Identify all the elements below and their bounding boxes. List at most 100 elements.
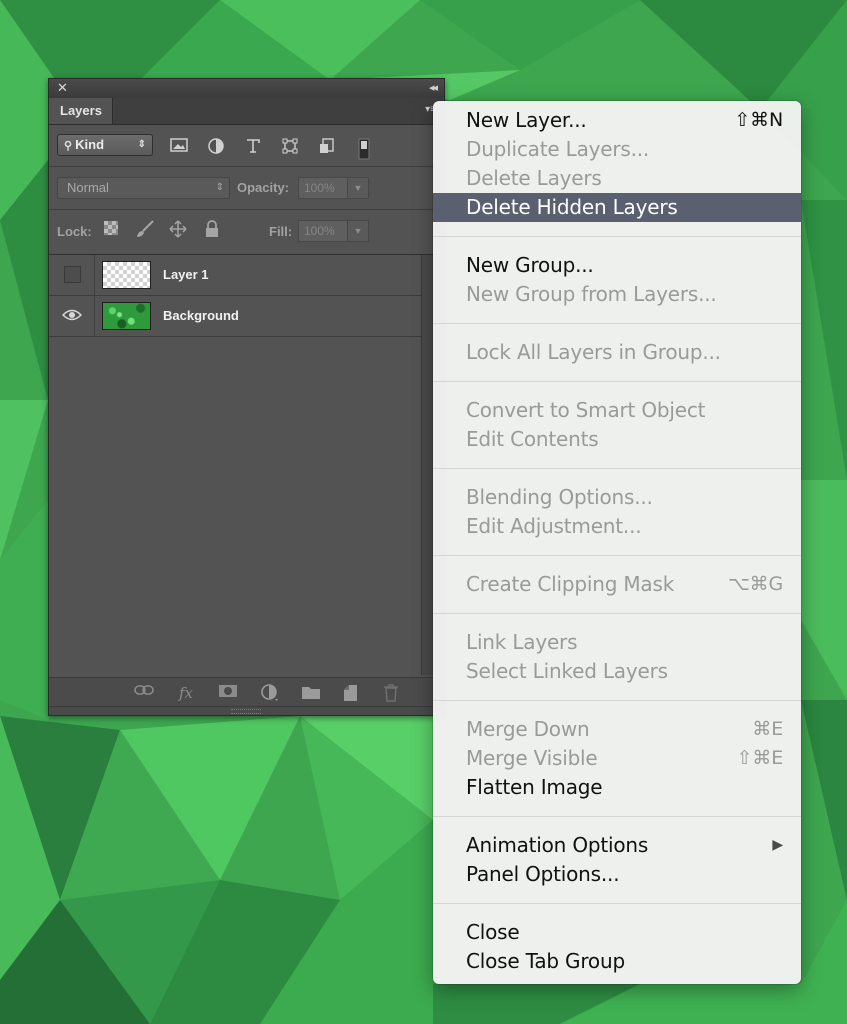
new-adjustment-layer-icon[interactable] [259, 683, 281, 703]
filter-toggle-icon[interactable] [354, 136, 374, 160]
menu-item-label: Edit Contents [466, 427, 599, 451]
menu-item-panel-options[interactable]: Panel Options... [433, 860, 801, 889]
menu-item-label: Close Tab Group [466, 949, 625, 973]
menu-item-label: Panel Options... [466, 862, 620, 886]
filter-kind-select[interactable]: ⚲ Kind ⇕ [57, 134, 153, 156]
layers-panel: ✕ ◂◂ Layers ▾≡ ⚲ Kind ⇕ Normal ⇕ Opacity… [48, 78, 446, 716]
menu-item-link-layers: Link Layers [433, 628, 801, 657]
link-layers-icon[interactable] [133, 683, 155, 703]
menu-item-close-tab-group[interactable]: Close Tab Group [433, 947, 801, 976]
menu-item-duplicate-layers: Duplicate Layers... [433, 135, 801, 164]
menu-item-merge-down: Merge Down ⌘E [433, 715, 801, 744]
menu-item-label: New Group from Layers... [466, 282, 717, 306]
updown-icon: ⇕ [215, 182, 224, 193]
layer-row[interactable]: Background [49, 296, 421, 337]
new-layer-icon[interactable] [339, 683, 361, 703]
resize-grip [231, 709, 261, 714]
panel-footer: fx [49, 677, 444, 708]
menu-separator [433, 613, 801, 614]
menu-item-label: Create Clipping Mask [466, 572, 675, 596]
fill-label: Fill: [269, 224, 293, 239]
add-mask-icon[interactable] [217, 683, 239, 703]
lock-image-pixels-icon[interactable] [135, 220, 155, 240]
layer-thumbnail [102, 302, 151, 330]
menu-item-merge-visible: Merge Visible ⇧⌘E [433, 744, 801, 773]
menu-item-lock-all-layers-in-group: Lock All Layers in Group... [433, 338, 801, 367]
lock-label: Lock: [57, 224, 92, 239]
menu-item-label: Edit Adjustment... [466, 514, 642, 538]
menu-item-label: Select Linked Layers [466, 659, 668, 683]
menu-item-label: Lock All Layers in Group... [466, 340, 721, 364]
shape-layer-filter-icon[interactable] [280, 136, 300, 156]
menu-item-label: Blending Options... [466, 485, 653, 509]
adjustment-layer-filter-icon[interactable] [206, 136, 226, 156]
kind-label: Kind [75, 137, 105, 152]
menu-separator [433, 555, 801, 556]
panel-titlebar: ✕ ◂◂ [49, 79, 444, 99]
menu-item-blending-options: Blending Options... [433, 483, 801, 512]
menu-item-delete-hidden-layers[interactable]: Delete Hidden Layers [433, 193, 801, 222]
menu-item-shortcut: ⌥⌘G [727, 573, 783, 595]
new-group-folder-icon[interactable] [300, 683, 322, 703]
layer-thumbnail [102, 261, 151, 289]
menu-item-label: New Group... [466, 253, 594, 277]
menu-item-shortcut: ⌘E [752, 718, 783, 740]
collapse-panel-icon[interactable]: ◂◂ [429, 81, 438, 94]
updown-icon: ⇕ [137, 139, 146, 150]
menu-item-delete-layers: Delete Layers [433, 164, 801, 193]
menu-item-label: Merge Down [466, 717, 590, 741]
fill-dropdown-icon[interactable]: ▼ [347, 220, 369, 242]
menu-item-label: Duplicate Layers... [466, 137, 650, 161]
layer-row[interactable]: Layer 1 [49, 255, 421, 296]
menu-item-label: Flatten Image [466, 775, 603, 799]
panel-resize-handle[interactable] [49, 706, 444, 715]
menu-item-new-group[interactable]: New Group... [433, 251, 801, 280]
menu-item-convert-to-smart-object: Convert to Smart Object [433, 396, 801, 425]
menu-item-edit-adjustment: Edit Adjustment... [433, 512, 801, 541]
lock-position-icon[interactable] [169, 220, 189, 240]
fill-field[interactable]: 100% [298, 220, 348, 242]
menu-item-close[interactable]: Close [433, 918, 801, 947]
menu-separator [433, 903, 801, 904]
blend-row: Normal ⇕ Opacity: 100% ▼ [49, 167, 444, 210]
smart-object-filter-icon[interactable] [317, 136, 337, 156]
menu-item-label: Delete Layers [466, 166, 602, 190]
panel-tab-row: Layers ▾≡ [49, 98, 444, 125]
menu-separator [433, 700, 801, 701]
eye-icon [62, 309, 82, 321]
lock-transparent-pixels-icon[interactable] [103, 220, 123, 240]
menu-separator [433, 468, 801, 469]
layer-name: Layer 1 [163, 267, 209, 282]
search-icon: ⚲ [64, 140, 76, 152]
submenu-arrow-icon: ▶ [772, 837, 783, 853]
fx-icon[interactable]: fx [175, 683, 197, 703]
visibility-toggle[interactable] [49, 255, 95, 295]
menu-item-select-linked-layers: Select Linked Layers [433, 657, 801, 686]
opacity-dropdown-icon[interactable]: ▼ [347, 177, 369, 199]
menu-item-label: Merge Visible [466, 746, 598, 770]
menu-separator [433, 381, 801, 382]
menu-item-label: Close [466, 920, 520, 944]
menu-separator [433, 236, 801, 237]
close-panel-icon[interactable]: ✕ [57, 80, 68, 96]
opacity-label: Opacity: [237, 180, 290, 195]
opacity-field[interactable]: 100% [298, 177, 348, 199]
menu-item-new-group-from-layers: New Group from Layers... [433, 280, 801, 309]
lock-all-icon[interactable] [204, 220, 224, 240]
type-layer-filter-icon[interactable] [243, 136, 263, 156]
menu-item-label: New Layer... [466, 108, 587, 132]
menu-item-label: Delete Hidden Layers [466, 195, 678, 219]
menu-item-new-layer[interactable]: New Layer... ⇧⌘N [433, 106, 801, 135]
menu-item-create-clipping-mask: Create Clipping Mask ⌥⌘G [433, 570, 801, 599]
blend-mode-select[interactable]: Normal ⇕ [57, 177, 230, 199]
menu-item-shortcut: ⇧⌘N [734, 109, 783, 131]
tab-layers[interactable]: Layers [49, 98, 113, 124]
menu-item-label: Link Layers [466, 630, 578, 654]
delete-layer-trash-icon[interactable] [380, 683, 402, 703]
menu-item-flatten-image[interactable]: Flatten Image [433, 773, 801, 802]
menu-item-animation-options[interactable]: Animation Options ▶ [433, 831, 801, 860]
menu-item-shortcut: ⇧⌘E [736, 747, 784, 769]
visibility-toggle[interactable] [49, 296, 95, 336]
pixel-layer-filter-icon[interactable] [169, 136, 189, 156]
visibility-off-box [64, 266, 81, 283]
